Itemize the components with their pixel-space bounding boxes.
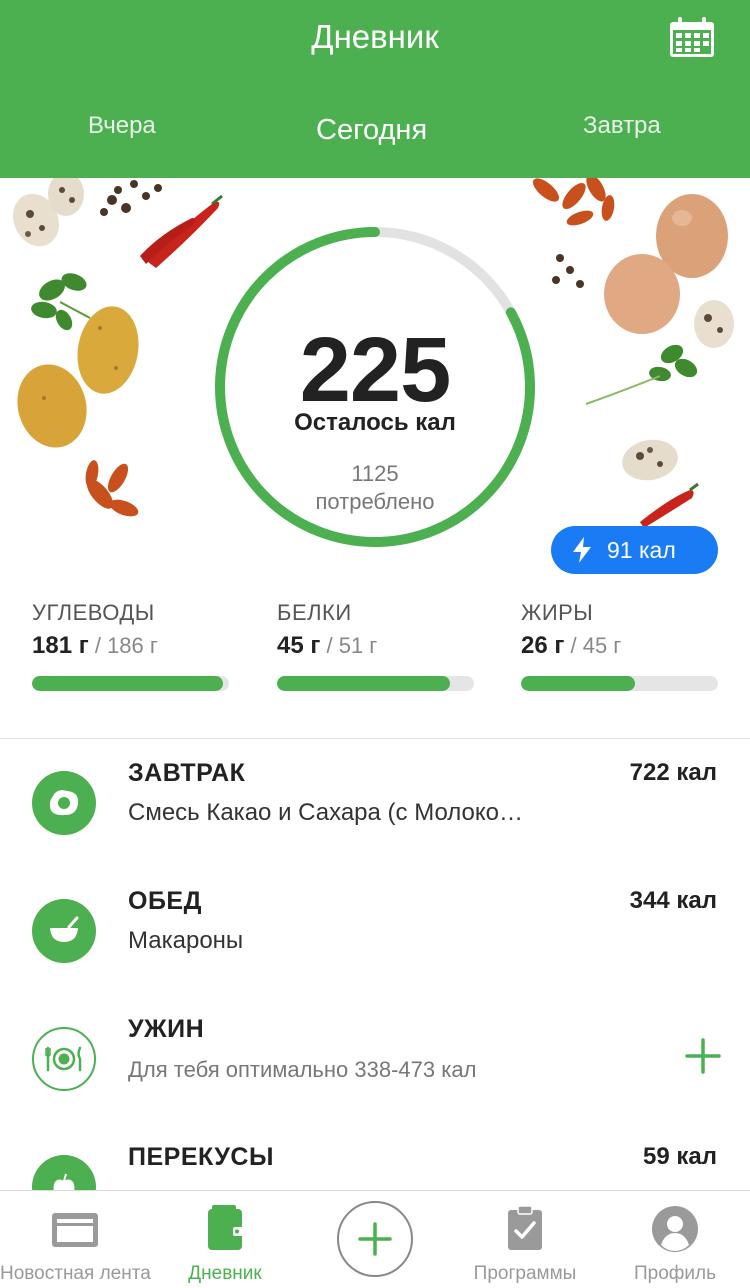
diary-icon (208, 1205, 243, 1250)
page-title: Дневник (311, 18, 439, 55)
calories-remaining-label: Осталось кал (294, 409, 456, 436)
macro-goal: / 45 г (570, 633, 622, 658)
macro-progress-bar (277, 676, 474, 691)
dried-chili-icon (532, 178, 615, 226)
meal-breakfast[interactable]: ЗАВТРАК Смесь Какао и Сахара (с Молоко… … (0, 759, 750, 891)
meal-title: ОБЕД (128, 887, 202, 915)
meal-lunch[interactable]: ОБЕД Макароны 344 кал (0, 887, 750, 1019)
macro-current: 45 г (277, 632, 321, 659)
peppercorn-icon (100, 180, 162, 216)
app-header: Дневник Вчера Сегодня Завтра (0, 0, 750, 178)
calendar-icon (670, 17, 714, 57)
peppercorn-icon (552, 254, 584, 288)
newsfeed-icon (52, 1213, 98, 1247)
add-icon (358, 1222, 392, 1256)
plate-cutlery-icon (45, 1046, 82, 1072)
quail-egg-icon (13, 178, 84, 247)
tab-tomorrow[interactable]: Завтра (583, 112, 661, 140)
egg-icon (49, 790, 79, 816)
burned-calories-text: 91 кал (607, 537, 676, 563)
calories-consumed-value: 1125 (351, 461, 399, 486)
macro-carbs: УГЛЕВОДЫ 181 г / 186 г (32, 600, 229, 691)
meal-subtitle: Макароны (128, 927, 244, 954)
nav-label: Дневник (188, 1263, 262, 1284)
bowl-icon (50, 916, 79, 942)
meal-title: ЗАВТРАК (128, 759, 246, 787)
meal-calories: 722 кал (629, 759, 717, 786)
macro-progress-fill (277, 676, 451, 691)
plus-icon (685, 1038, 721, 1074)
meal-calories: 344 кал (629, 887, 717, 914)
nav-programs[interactable]: Программы (450, 1191, 600, 1288)
meal-dinner[interactable]: УЖИН Для тебя оптимально 338-473 кал (0, 1015, 750, 1147)
macro-protein: БЕЛКИ 45 г / 51 г (277, 600, 474, 691)
macro-value: 181 г / 186 г (32, 632, 229, 660)
macro-value: 26 г / 45 г (521, 632, 718, 660)
bottom-navigation: Новостная лента Дневник Программы Профил (0, 1190, 750, 1288)
burned-calories-badge[interactable]: 91 кал (551, 526, 718, 574)
macro-name: УГЛЕВОДЫ (32, 600, 155, 625)
meal-subtitle: Для тебя оптимально 338-473 кал (128, 1057, 477, 1082)
add-meal-button[interactable] (684, 1037, 722, 1075)
meal-title: УЖИН (128, 1015, 205, 1043)
add-entry-button[interactable] (337, 1201, 413, 1277)
nav-label: Новостная лента (0, 1263, 151, 1284)
calories-remaining-value: 225 (299, 319, 452, 421)
meal-icon (32, 1027, 96, 1091)
macro-progress-bar (32, 676, 229, 691)
nav-profile[interactable]: Профиль (600, 1191, 750, 1288)
nav-newsfeed[interactable]: Новостная лента (0, 1191, 151, 1288)
profile-icon (652, 1206, 698, 1252)
calories-consumed-label: потреблено (315, 489, 435, 514)
macro-name: ЖИРЫ (521, 600, 594, 625)
nav-label: Программы (473, 1263, 577, 1284)
tab-yesterday[interactable]: Вчера (88, 112, 156, 140)
macro-progress-fill (32, 676, 224, 691)
meal-calories: 59 кал (643, 1143, 717, 1170)
macro-value: 45 г / 51 г (277, 632, 474, 660)
tab-today[interactable]: Сегодня (316, 114, 427, 147)
lightning-icon (573, 537, 591, 563)
macro-current: 181 г (32, 632, 89, 659)
nav-label: Профиль (633, 1263, 717, 1284)
nav-diary[interactable]: Дневник (150, 1191, 300, 1288)
meal-subtitle: Смесь Какао и Сахара (с Молоко… (128, 799, 524, 826)
macro-current: 26 г (521, 632, 565, 659)
macro-goal: / 186 г (94, 633, 158, 658)
macro-progress-fill (521, 676, 636, 691)
clipboard-check-icon (508, 1205, 542, 1250)
macro-progress-bar (521, 676, 718, 691)
meal-icon (32, 899, 96, 963)
macro-goal: / 51 г (326, 633, 378, 658)
macro-fat: ЖИРЫ 26 г / 45 г (521, 600, 718, 691)
meal-title: ПЕРЕКУСЫ (128, 1143, 274, 1171)
macro-name: БЕЛКИ (277, 600, 352, 625)
section-divider (0, 738, 750, 739)
meal-icon (32, 771, 96, 835)
calorie-summary: 225 Осталось кал 1125 потреблено 91 кал (0, 178, 750, 588)
calendar-button[interactable] (668, 16, 716, 58)
